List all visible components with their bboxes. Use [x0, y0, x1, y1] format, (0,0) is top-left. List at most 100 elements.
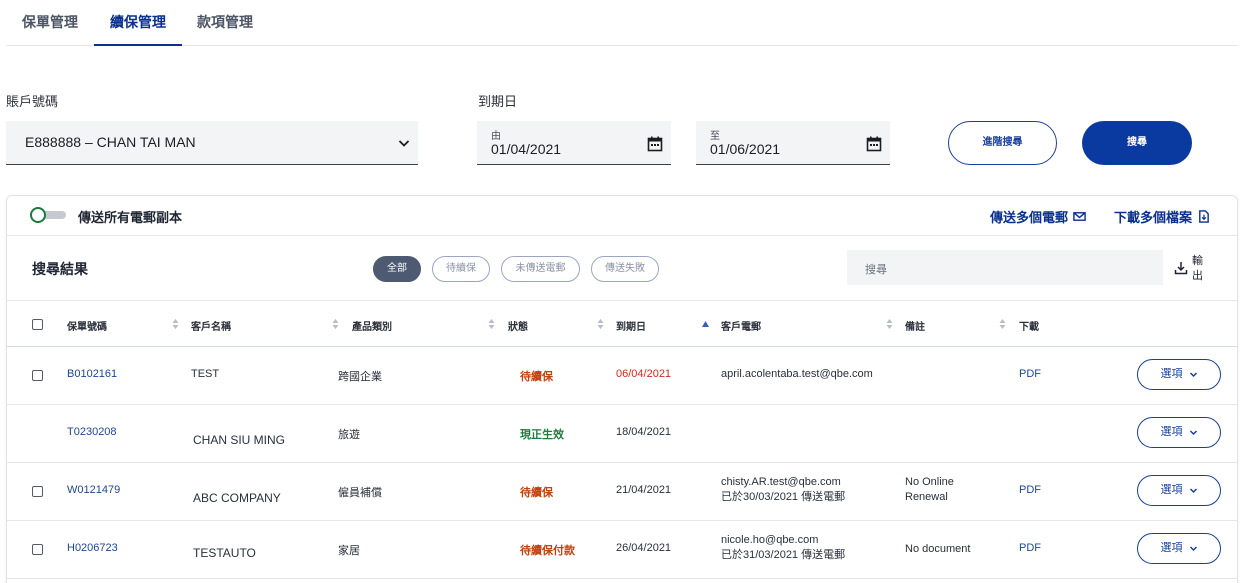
send-multiple-emails-link[interactable]: 傳送多個電郵	[990, 207, 1086, 226]
remark-line-2: Renewal	[905, 491, 948, 503]
policy-number-link[interactable]: W0121479	[67, 484, 120, 496]
chevron-down-icon	[1189, 430, 1197, 435]
sort-icon[interactable]	[597, 319, 604, 329]
chip-pending-renewal[interactable]: 待續保	[432, 256, 490, 282]
to-date-label: 至	[710, 131, 720, 142]
sort-ascending-icon[interactable]	[702, 321, 709, 327]
toggle-knob	[30, 207, 46, 223]
file-download-icon	[1199, 210, 1209, 223]
col-customer-email[interactable]: 客戶電郵	[721, 318, 761, 333]
col-remarks[interactable]: 備註	[905, 318, 925, 333]
policy-number-link[interactable]: B0102161	[67, 368, 117, 380]
chevron-down-icon	[1189, 372, 1197, 377]
product-type: 家居	[338, 545, 360, 557]
col-status[interactable]: 狀態	[508, 318, 528, 333]
account-value: E888888 – CHAN TAI MAN	[25, 134, 196, 150]
col-policy-number[interactable]: 保單號碼	[67, 318, 107, 333]
expiry-date: 18/04/2021	[616, 426, 672, 438]
export-button[interactable]: 輸 出	[1174, 252, 1214, 286]
options-button[interactable]: 選項	[1137, 359, 1221, 390]
to-date-value: 01/06/2021	[710, 141, 781, 157]
chevron-down-icon	[398, 140, 410, 147]
col-customer-name[interactable]: 客戶名稱	[191, 318, 231, 333]
table-row: W0121479 ABC COMPANY 僱員補償 待續保 21/04/2021…	[7, 463, 1237, 521]
options-label: 選項	[1160, 542, 1183, 554]
options-button[interactable]: 選項	[1137, 533, 1221, 564]
download-multiple-files-link[interactable]: 下載多個檔案	[1114, 207, 1210, 226]
customer-email: nicole.ho@qbe.com	[721, 534, 819, 546]
table-row: H0206723 TESTAUTO 家居 待續保付款 26/04/2021 ni…	[7, 521, 1237, 579]
customer-name: ABC COMPANY	[193, 491, 281, 505]
status-badge: 待續保付款	[520, 545, 575, 557]
customer-name: CHAN SIU MING	[193, 433, 286, 447]
col-download: 下載	[1019, 322, 1039, 333]
status-badge: 待續保	[520, 487, 553, 499]
chevron-down-icon	[1189, 488, 1197, 493]
product-type: 僱員補償	[338, 487, 382, 499]
export-label-1: 輸	[1192, 255, 1203, 267]
download-multiple-files-label: 下載多個檔案	[1114, 210, 1193, 225]
advanced-search-button[interactable]: 進階搜尋	[948, 121, 1057, 165]
product-type: 跨國企業	[338, 371, 382, 383]
status-badge: 待續保	[520, 371, 553, 383]
account-select[interactable]: E888888 – CHAN TAI MAN	[6, 121, 418, 165]
select-all-checkbox[interactable]	[32, 319, 43, 330]
chip-email-not-sent[interactable]: 未傳送電郵	[501, 256, 580, 282]
sort-icon[interactable]	[172, 319, 179, 329]
sort-icon[interactable]	[886, 319, 893, 329]
calendar-icon[interactable]	[866, 136, 882, 152]
account-label: 賬戶號碼	[6, 94, 59, 109]
remark-line-1: No Online	[905, 476, 954, 488]
options-button[interactable]: 選項	[1137, 417, 1221, 448]
pdf-download-link[interactable]: PDF	[1019, 484, 1041, 496]
pdf-download-link[interactable]: PDF	[1019, 368, 1041, 380]
mail-icon	[1073, 212, 1086, 221]
search-placeholder: 搜尋	[865, 264, 887, 276]
policy-number-link[interactable]: H0206723	[67, 542, 118, 554]
chip-send-failed[interactable]: 傳送失敗	[591, 256, 659, 282]
row-checkbox[interactable]	[32, 486, 43, 497]
customer-name: TESTAUTO	[193, 546, 256, 560]
calendar-icon[interactable]	[647, 136, 663, 152]
expiry-label: 到期日	[478, 94, 518, 109]
col-expiry-date[interactable]: 到期日	[616, 318, 646, 333]
expiry-date: 06/04/2021	[616, 368, 672, 380]
table-row: T0230208 CHAN SIU MING 旅遊 現正生效 18/04/202…	[7, 405, 1237, 463]
options-label: 選項	[1160, 484, 1183, 496]
product-type: 旅遊	[338, 429, 360, 441]
results-search-input[interactable]: 搜尋	[847, 250, 1163, 285]
options-button[interactable]: 選項	[1137, 475, 1221, 506]
pdf-download-link[interactable]: PDF	[1019, 542, 1041, 554]
table-row: B0102161 TEST 跨國企業 待續保 06/04/2021 april.…	[7, 347, 1237, 405]
sort-icon[interactable]	[488, 319, 495, 329]
search-button[interactable]: 搜尋	[1082, 121, 1192, 165]
customer-email: chisty.AR.test@qbe.com	[721, 476, 841, 488]
expiry-date: 21/04/2021	[616, 484, 672, 496]
options-label: 選項	[1160, 426, 1183, 438]
send-multiple-emails-label: 傳送多個電郵	[990, 210, 1069, 225]
expiry-date: 26/04/2021	[616, 542, 672, 554]
table-header: 保單號碼 客戶名稱 產品類別 狀態 到期日 客戶電郵 備註 下載	[7, 302, 1237, 347]
send-all-copies-toggle[interactable]	[30, 207, 66, 223]
col-product-type[interactable]: 產品類別	[352, 318, 392, 333]
policy-number-link[interactable]: T0230208	[67, 426, 117, 438]
tab-policy-management[interactable]: 保單管理	[6, 12, 94, 46]
from-date-label: 由	[491, 131, 501, 142]
customer-email: april.acolentaba.test@qbe.com	[721, 368, 873, 380]
results-title: 搜尋結果	[32, 261, 88, 277]
to-date-field[interactable]: 至 01/06/2021	[696, 121, 890, 165]
row-checkbox[interactable]	[32, 544, 43, 555]
tab-renewal-management[interactable]: 續保管理	[94, 12, 182, 46]
tab-payment-management[interactable]: 款項管理	[181, 12, 269, 46]
sort-icon[interactable]	[332, 319, 339, 329]
results-toolbar: 搜尋結果 全部 待續保 未傳送電郵 傳送失敗 搜尋 輸 出	[7, 236, 1237, 301]
row-checkbox[interactable]	[32, 370, 43, 381]
export-icon	[1174, 262, 1188, 275]
options-label: 選項	[1160, 368, 1183, 380]
email-sent-note: 已於31/03/2021 傳送電郵	[721, 549, 846, 561]
remark-line-1: No document	[905, 543, 971, 555]
sort-icon[interactable]	[999, 319, 1006, 329]
from-date-field[interactable]: 由 01/04/2021	[477, 121, 671, 165]
chip-all[interactable]: 全部	[373, 256, 421, 282]
results-card: 傳送所有電郵副本 傳送多個電郵 下載多個檔案 搜尋結果 全部 待續保 未傳送電郵…	[6, 195, 1238, 583]
